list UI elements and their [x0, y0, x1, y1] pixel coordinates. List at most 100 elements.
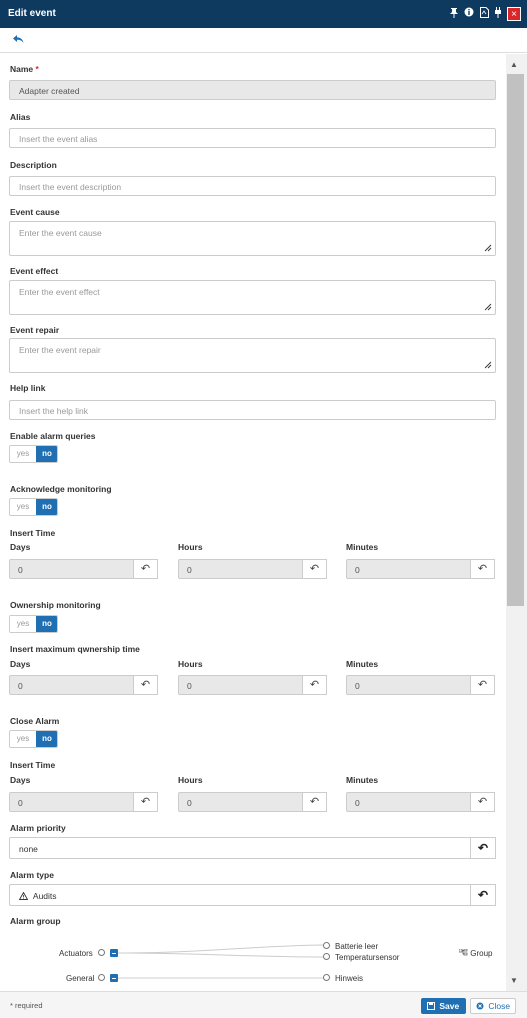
hours-label: Hours [178, 542, 203, 552]
undo-icon[interactable]: ↶ [470, 675, 495, 695]
event-repair-textarea[interactable]: Enter the event repair [9, 338, 496, 373]
undo-icon[interactable]: ↶ [302, 675, 327, 695]
close-button[interactable]: Close [470, 998, 516, 1014]
pdf-icon[interactable] [478, 7, 490, 20]
acknowledge-toggle[interactable]: yes no [9, 498, 58, 516]
toggle-yes[interactable]: yes [10, 446, 36, 462]
acknowledge-label: Acknowledge monitoring [10, 484, 112, 494]
tree-node-temperatursensor[interactable]: Temperatursensor [335, 953, 399, 962]
acknowledge-days-field[interactable]: 0 [9, 559, 134, 579]
close-alarm-label: Close Alarm [10, 716, 60, 726]
undo-icon[interactable]: ↶ [470, 792, 495, 812]
window-title: Edit event [8, 8, 56, 19]
help-link-input[interactable]: Insert the help link [9, 400, 496, 420]
minutes-label: Minutes [346, 659, 379, 669]
event-cause-textarea[interactable]: Enter the event cause [9, 221, 496, 256]
event-effect-textarea[interactable]: Enter the event effect [9, 280, 496, 315]
close-alarm-time-label: Insert Time [10, 760, 56, 770]
toggle-yes[interactable]: yes [10, 499, 36, 515]
close-alarm-hours-field[interactable]: 0 [178, 792, 303, 812]
resize-grip-icon[interactable] [484, 244, 492, 252]
resize-grip-icon[interactable] [484, 361, 492, 369]
close-icon[interactable]: × [507, 7, 521, 21]
minutes-label: Minutes [346, 775, 379, 785]
acknowledge-hours-field[interactable]: 0 [178, 559, 303, 579]
toggle-no[interactable]: no [36, 731, 57, 747]
resize-grip-icon[interactable] [484, 303, 492, 311]
radio-actuators[interactable] [98, 949, 105, 956]
toggle-yes[interactable]: yes [10, 616, 36, 632]
ownership-days-field[interactable]: 0 [9, 675, 134, 695]
group-icon [458, 948, 468, 956]
close-alarm-toggle[interactable]: yes no [9, 730, 58, 748]
toggle-yes[interactable]: yes [10, 731, 36, 747]
group-button[interactable]: Group [458, 948, 493, 958]
undo-icon[interactable]: ↶ [133, 792, 158, 812]
alarm-priority-select[interactable]: none [9, 837, 471, 859]
dialog-footer: * required Save Close [0, 991, 527, 1018]
scroll-up-icon[interactable]: ▲ [510, 60, 518, 69]
tree-node-actuators[interactable]: Actuators [59, 949, 93, 958]
alarm-queries-toggle[interactable]: yes no [9, 445, 58, 463]
ownership-minutes-field[interactable]: 0 [346, 675, 471, 695]
toggle-no[interactable]: no [36, 616, 57, 632]
name-label: Name * [10, 64, 39, 74]
undo-icon[interactable]: ↶ [133, 675, 158, 695]
tree-node-general[interactable]: General [66, 974, 94, 983]
undo-icon[interactable]: ↶ [302, 792, 327, 812]
event-effect-label: Event effect [10, 266, 59, 276]
save-label: Save [439, 1001, 460, 1011]
tree-node-hinweis[interactable]: Hinweis [335, 974, 363, 983]
alarm-group-label: Alarm group [10, 916, 61, 926]
radio-batterie-leer[interactable] [323, 942, 330, 949]
collapse-icon[interactable] [110, 949, 118, 957]
event-cause-placeholder: Enter the event cause [19, 228, 102, 238]
info-icon[interactable] [463, 7, 475, 20]
tree-node-batterie-leer[interactable]: Batterie leer [335, 942, 378, 951]
minutes-label: Minutes [346, 542, 379, 552]
days-label: Days [10, 542, 31, 552]
warning-icon [18, 891, 29, 900]
ownership-hours-field[interactable]: 0 [178, 675, 303, 695]
alarm-type-select[interactable]: Audits [9, 884, 471, 906]
toggle-no[interactable]: no [36, 499, 57, 515]
ownership-time-label: Insert maximum qwnership time [10, 644, 140, 654]
alias-input[interactable]: Insert the event alias [9, 128, 496, 148]
name-field[interactable]: Adapter created [9, 80, 496, 100]
plug-icon[interactable] [492, 7, 504, 20]
pin-icon[interactable] [448, 7, 460, 20]
hours-label: Hours [178, 659, 203, 669]
ownership-label: Ownership monitoring [10, 600, 101, 610]
hours-label: Hours [178, 775, 203, 785]
ownership-toggle[interactable]: yes no [9, 615, 58, 633]
alias-label: Alias [10, 112, 31, 122]
save-icon [427, 1002, 435, 1010]
undo-icon[interactable]: ↶ [302, 559, 327, 579]
acknowledge-minutes-field[interactable]: 0 [346, 559, 471, 579]
undo-icon[interactable]: ↶ [470, 837, 496, 859]
description-input[interactable]: Insert the event description [9, 176, 496, 196]
collapse-icon[interactable] [110, 974, 118, 982]
help-link-label: Help link [10, 383, 46, 393]
undo-icon[interactable] [13, 32, 24, 47]
alarm-priority-label: Alarm priority [10, 823, 66, 833]
undo-icon[interactable]: ↶ [470, 559, 495, 579]
acknowledge-time-label: Insert Time [10, 528, 56, 538]
event-effect-placeholder: Enter the event effect [19, 287, 100, 297]
close-alarm-days-field[interactable]: 0 [9, 792, 134, 812]
save-button[interactable]: Save [421, 998, 466, 1014]
radio-hinweis[interactable] [323, 974, 330, 981]
event-repair-label: Event repair [10, 325, 60, 335]
alarm-type-value: Audits [32, 891, 57, 901]
scroll-down-icon[interactable]: ▼ [510, 976, 518, 985]
toggle-no[interactable]: no [36, 446, 57, 462]
scrollbar-thumb[interactable] [507, 74, 524, 606]
undo-icon[interactable]: ↶ [133, 559, 158, 579]
window-titlebar: Edit event × [0, 0, 527, 28]
radio-temperatursensor[interactable] [323, 953, 330, 960]
close-alarm-minutes-field[interactable]: 0 [346, 792, 471, 812]
undo-icon[interactable]: ↶ [470, 884, 496, 906]
radio-general[interactable] [98, 974, 105, 981]
group-button-label: Group [470, 949, 493, 958]
close-label: Close [488, 1001, 511, 1011]
